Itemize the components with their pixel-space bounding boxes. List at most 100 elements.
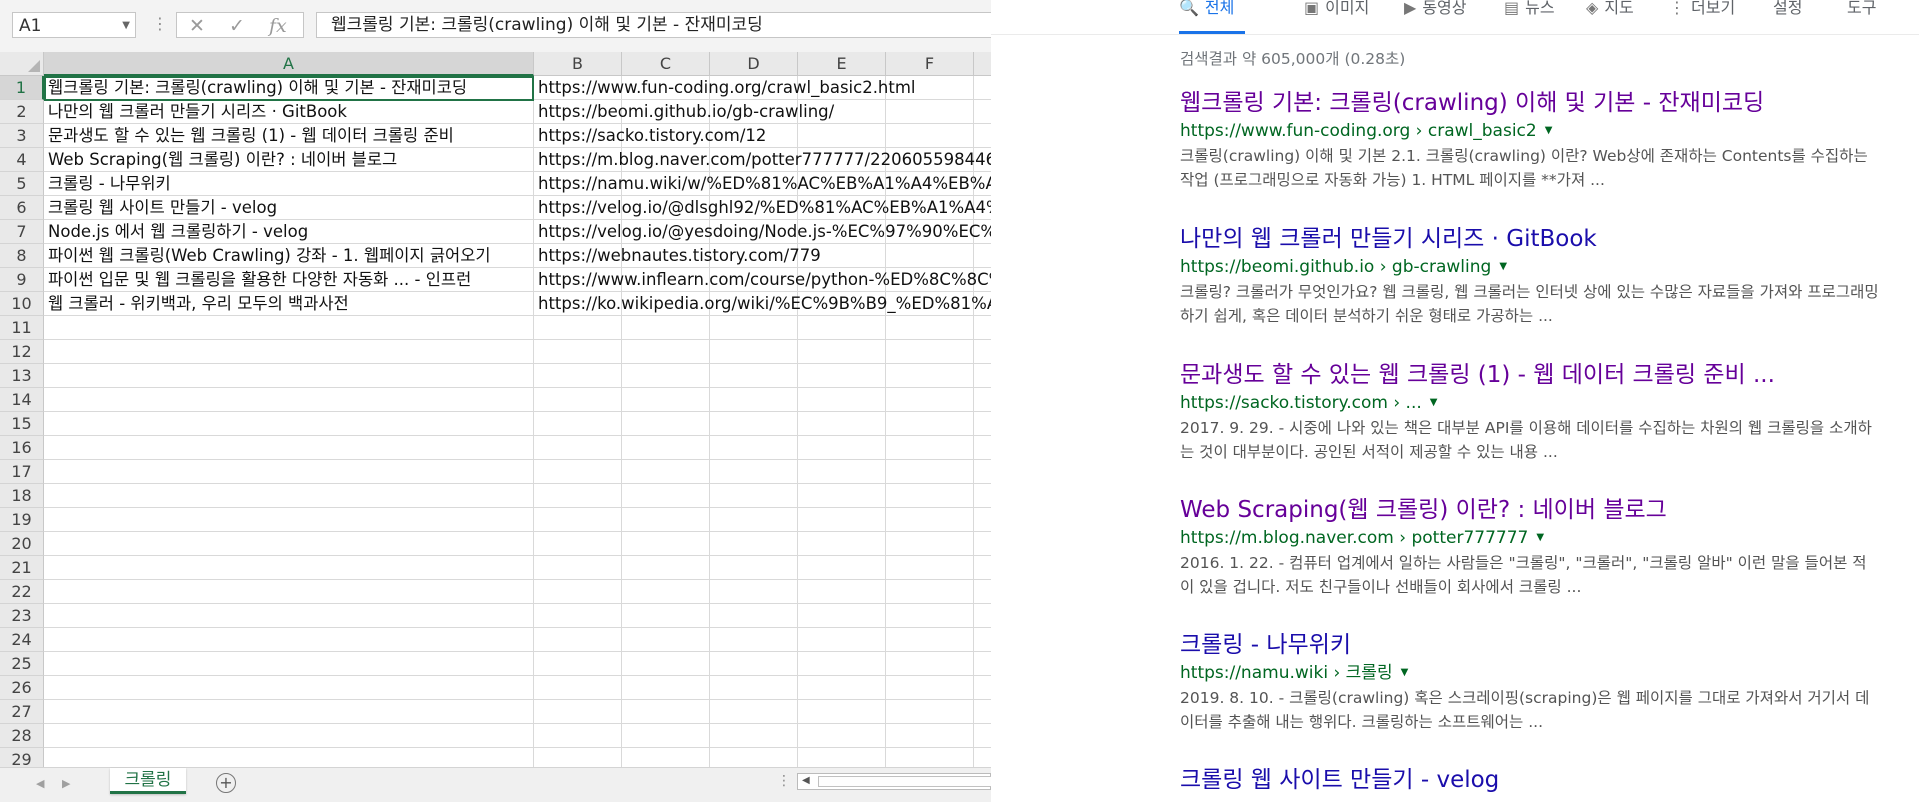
cell-a7[interactable]: Node.js 에서 웹 크롤링하기 - velog [44, 220, 534, 244]
tools-link[interactable]: 도구 [1847, 0, 1876, 18]
chevron-down-icon[interactable]: ▼ [1499, 261, 1507, 272]
search-result: 크롤링 - 나무위키 https://namu.wiki › 크롤링 ▼ 2019… [1180, 630, 1880, 734]
insert-function-icon[interactable]: fx [269, 15, 287, 37]
row-header[interactable]: 21 [0, 556, 44, 580]
row-header[interactable]: 16 [0, 436, 44, 460]
sheet-resize-handle-icon[interactable]: ⋮ [777, 773, 791, 789]
tab-images[interactable]: ▣ 이미지 [1304, 0, 1369, 18]
cell-a10[interactable]: 웹 크롤러 - 위키백과, 우리 모두의 백과사전 [44, 292, 534, 316]
row-header[interactable]: 29 [0, 748, 44, 767]
cell-b1[interactable]: https://www.fun-coding.org/crawl_basic2.… [534, 76, 991, 100]
result-stats: 검색결과 약 605,000개 (0.28초) [1180, 50, 1406, 68]
chevron-down-icon[interactable]: ▼ [1545, 125, 1553, 136]
row-header[interactable]: 20 [0, 532, 44, 556]
result-title-link[interactable]: 문과생도 할 수 있는 웹 크롤링 (1) - 웹 데이터 크롤링 준비 ... [1180, 360, 1880, 390]
cell-a6[interactable]: 크롤링 웹 사이트 만들기 - velog [44, 196, 534, 220]
tab-news[interactable]: ▤ 뉴스 [1504, 0, 1555, 18]
row-header[interactable]: 23 [0, 604, 44, 628]
row-header[interactable]: 10 [0, 292, 44, 316]
row-header[interactable]: 8 [0, 244, 44, 268]
tab-all-label: 전체 [1204, 0, 1235, 17]
cell-b5[interactable]: https://namu.wiki/w/%ED%81%AC%EB%A1%A4%E… [534, 172, 991, 196]
scroll-left-icon[interactable]: ◀ [802, 775, 810, 786]
result-title-link[interactable]: Web Scraping(웹 크롤링) 이란? : 네이버 블로그 [1180, 495, 1880, 525]
row-header[interactable]: 4 [0, 148, 44, 172]
row-header[interactable]: 14 [0, 388, 44, 412]
cell-a2[interactable]: 나만의 웹 크롤러 만들기 시리즈 · GitBook [44, 100, 534, 124]
settings-link[interactable]: 설정 [1773, 0, 1802, 18]
row-header[interactable]: 24 [0, 628, 44, 652]
cell-b10[interactable]: https://ko.wikipedia.org/wiki/%EC%9B%B9_… [534, 292, 991, 316]
row-header[interactable]: 26 [0, 676, 44, 700]
result-snippet: 크롤링? 크롤러가 무엇인가요? 웹 크롤링, 웹 크롤러는 인터넷 상에 있는… [1180, 283, 1879, 325]
chevron-down-icon[interactable]: ▼ [1430, 397, 1438, 408]
row-header[interactable]: 25 [0, 652, 44, 676]
chevron-down-icon[interactable]: ▼ [1536, 532, 1544, 543]
enter-icon[interactable]: ✓ [229, 15, 245, 37]
column-header-d[interactable]: D [710, 52, 798, 76]
spreadsheet-grid[interactable]: A B C D E F 1 2 3 4 5 6 7 8 9 10 11 12 1… [0, 52, 991, 767]
chevron-down-icon[interactable]: ▼ [1401, 667, 1409, 678]
column-header-f[interactable]: F [886, 52, 974, 76]
row-header[interactable]: 9 [0, 268, 44, 292]
tab-all[interactable]: 🔍 전체 [1179, 0, 1234, 18]
cell-b3[interactable]: https://sacko.tistory.com/12 [534, 124, 991, 148]
select-all-button[interactable] [0, 52, 44, 76]
row-header[interactable]: 19 [0, 508, 44, 532]
column-header-b[interactable]: B [534, 52, 622, 76]
row-header[interactable]: 18 [0, 484, 44, 508]
cell-b7[interactable]: https://velog.io/@yesdoing/Node.js-%EC%9… [534, 220, 991, 244]
cell-a5[interactable]: 크롤링 - 나무위키 [44, 172, 534, 196]
add-sheet-icon[interactable]: + [216, 773, 236, 793]
cell-a1[interactable]: 웹크롤링 기본: 크롤링(crawling) 이해 및 기본 - 잔재미코딩 [44, 76, 534, 100]
more-options-icon[interactable]: ⋮ [152, 14, 168, 33]
formula-bar: A1 ▼ ⋮ ✕ ✓ fx 웹크롤링 기본: 크롤링(crawling) 이해 … [0, 0, 991, 53]
tab-maps-label: 지도 [1604, 0, 1634, 17]
horizontal-scrollbar[interactable]: ◀ [797, 773, 991, 790]
cell-a4[interactable]: Web Scraping(웹 크롤링) 이란? : 네이버 블로그 [44, 148, 534, 172]
result-title-link[interactable]: 크롤링 - 나무위키 [1180, 630, 1880, 660]
name-box[interactable]: A1 ▼ [12, 12, 136, 38]
column-header-e[interactable]: E [798, 52, 886, 76]
prev-sheet-icon[interactable]: ◀ [36, 777, 44, 790]
sheet-tab-crawling[interactable]: 크롤링 [110, 768, 186, 794]
cell-a9[interactable]: 파이썬 입문 및 웹 크롤링을 활용한 다양한 자동화 ... - 인프런 [44, 268, 534, 292]
row-header[interactable]: 22 [0, 580, 44, 604]
cell-b2[interactable]: https://beomi.github.io/gb-crawling/ [534, 100, 991, 124]
row-header[interactable]: 15 [0, 412, 44, 436]
cell-a8[interactable]: 파이썬 웹 크롤링(Web Crawling) 강좌 - 1. 웹페이지 긁어오… [44, 244, 534, 268]
result-title-link[interactable]: 나만의 웹 크롤러 만들기 시리즈 · GitBook [1180, 224, 1880, 254]
row-header[interactable]: 13 [0, 364, 44, 388]
tab-more[interactable]: ⋮ 더보기 [1669, 0, 1735, 18]
row-header[interactable]: 28 [0, 724, 44, 748]
cell-b4[interactable]: https://m.blog.naver.com/potter777777/22… [534, 148, 991, 172]
row-header[interactable]: 1 [0, 76, 44, 100]
column-header-partial[interactable] [974, 52, 991, 76]
row-header[interactable]: 11 [0, 316, 44, 340]
next-sheet-icon[interactable]: ▶ [62, 777, 70, 790]
row-header[interactable]: 7 [0, 220, 44, 244]
result-title-link[interactable]: 크롤링 웹 사이트 만들기 - velog [1180, 765, 1880, 795]
row-header[interactable]: 27 [0, 700, 44, 724]
formula-input[interactable]: 웹크롤링 기본: 크롤링(crawling) 이해 및 기본 - 잔재미코딩 [316, 12, 991, 38]
row-header[interactable]: 3 [0, 124, 44, 148]
chevron-down-icon[interactable]: ▼ [122, 13, 130, 39]
cell-a3[interactable]: 문과생도 할 수 있는 웹 크롤링 (1) - 웹 데이터 크롤링 준비 [44, 124, 534, 148]
tab-maps[interactable]: ◈ 지도 [1586, 0, 1634, 18]
row-header[interactable]: 6 [0, 196, 44, 220]
row-header[interactable]: 5 [0, 172, 44, 196]
tab-videos[interactable]: ▶ 동영상 [1404, 0, 1466, 18]
cancel-icon[interactable]: ✕ [189, 15, 205, 37]
cell-b9[interactable]: https://www.inflearn.com/course/python-%… [534, 268, 991, 292]
row-header[interactable]: 12 [0, 340, 44, 364]
row-header[interactable]: 2 [0, 100, 44, 124]
cell-b8[interactable]: https://webnautes.tistory.com/779 [534, 244, 991, 268]
cell-b6[interactable]: https://velog.io/@dlsghl92/%ED%81%AC%EB%… [534, 196, 991, 220]
result-title-link[interactable]: 웹크롤링 기본: 크롤링(crawling) 이해 및 기본 - 잔재미코딩 [1180, 88, 1880, 118]
row-header[interactable]: 17 [0, 460, 44, 484]
scrollbar-thumb[interactable] [818, 776, 991, 787]
formula-buttons: ✕ ✓ fx [176, 12, 304, 38]
result-url-text: https://beomi.github.io › gb-crawling [1180, 257, 1492, 277]
column-header-a[interactable]: A [44, 52, 534, 76]
column-header-c[interactable]: C [622, 52, 710, 76]
